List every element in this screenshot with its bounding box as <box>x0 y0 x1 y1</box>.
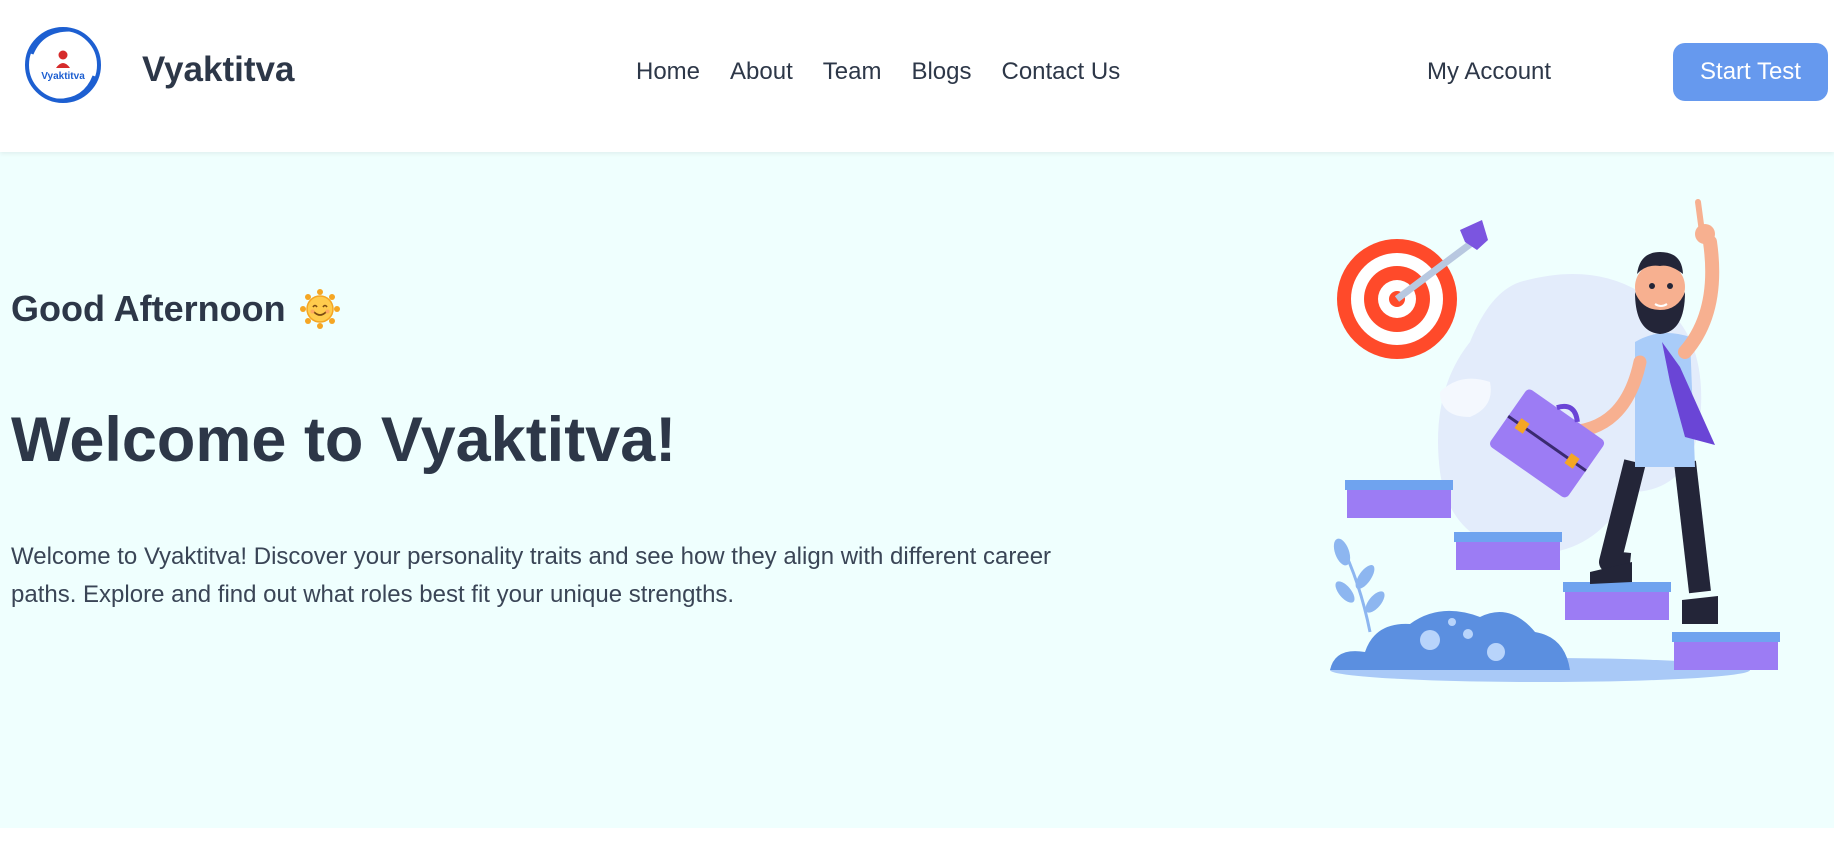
hero-section: Good Afternoon Welcome to Vyaktitva! Wel… <box>0 152 1834 828</box>
nav-blogs[interactable]: Blogs <box>911 58 971 86</box>
nav-home[interactable]: Home <box>636 58 700 86</box>
site-header: Vyaktitva Vyaktitva Home About Team Blog… <box>0 0 1834 152</box>
logo[interactable]: Vyaktitva <box>22 24 104 106</box>
my-account-link[interactable]: My Account <box>1427 58 1551 86</box>
career-growth-illustration <box>1330 199 1780 682</box>
nav-team[interactable]: Team <box>823 58 882 86</box>
brand-name[interactable]: Vyaktitva <box>142 50 294 90</box>
welcome-heading: Welcome to Vyaktitva! <box>11 405 677 475</box>
greeting-text: Good Afternoon <box>11 288 286 329</box>
nav-about[interactable]: About <box>730 58 793 86</box>
greeting: Good Afternoon <box>11 288 340 330</box>
nav-contact-us[interactable]: Contact Us <box>1001 58 1120 86</box>
svg-text:Vyaktitva: Vyaktitva <box>41 71 85 82</box>
smiling-sun-icon <box>299 289 340 329</box>
start-test-button[interactable]: Start Test <box>1673 43 1828 101</box>
main-nav: Home About Team Blogs Contact Us <box>636 58 1150 86</box>
hero-description: Welcome to Vyaktitva! Discover your pers… <box>11 543 1052 608</box>
